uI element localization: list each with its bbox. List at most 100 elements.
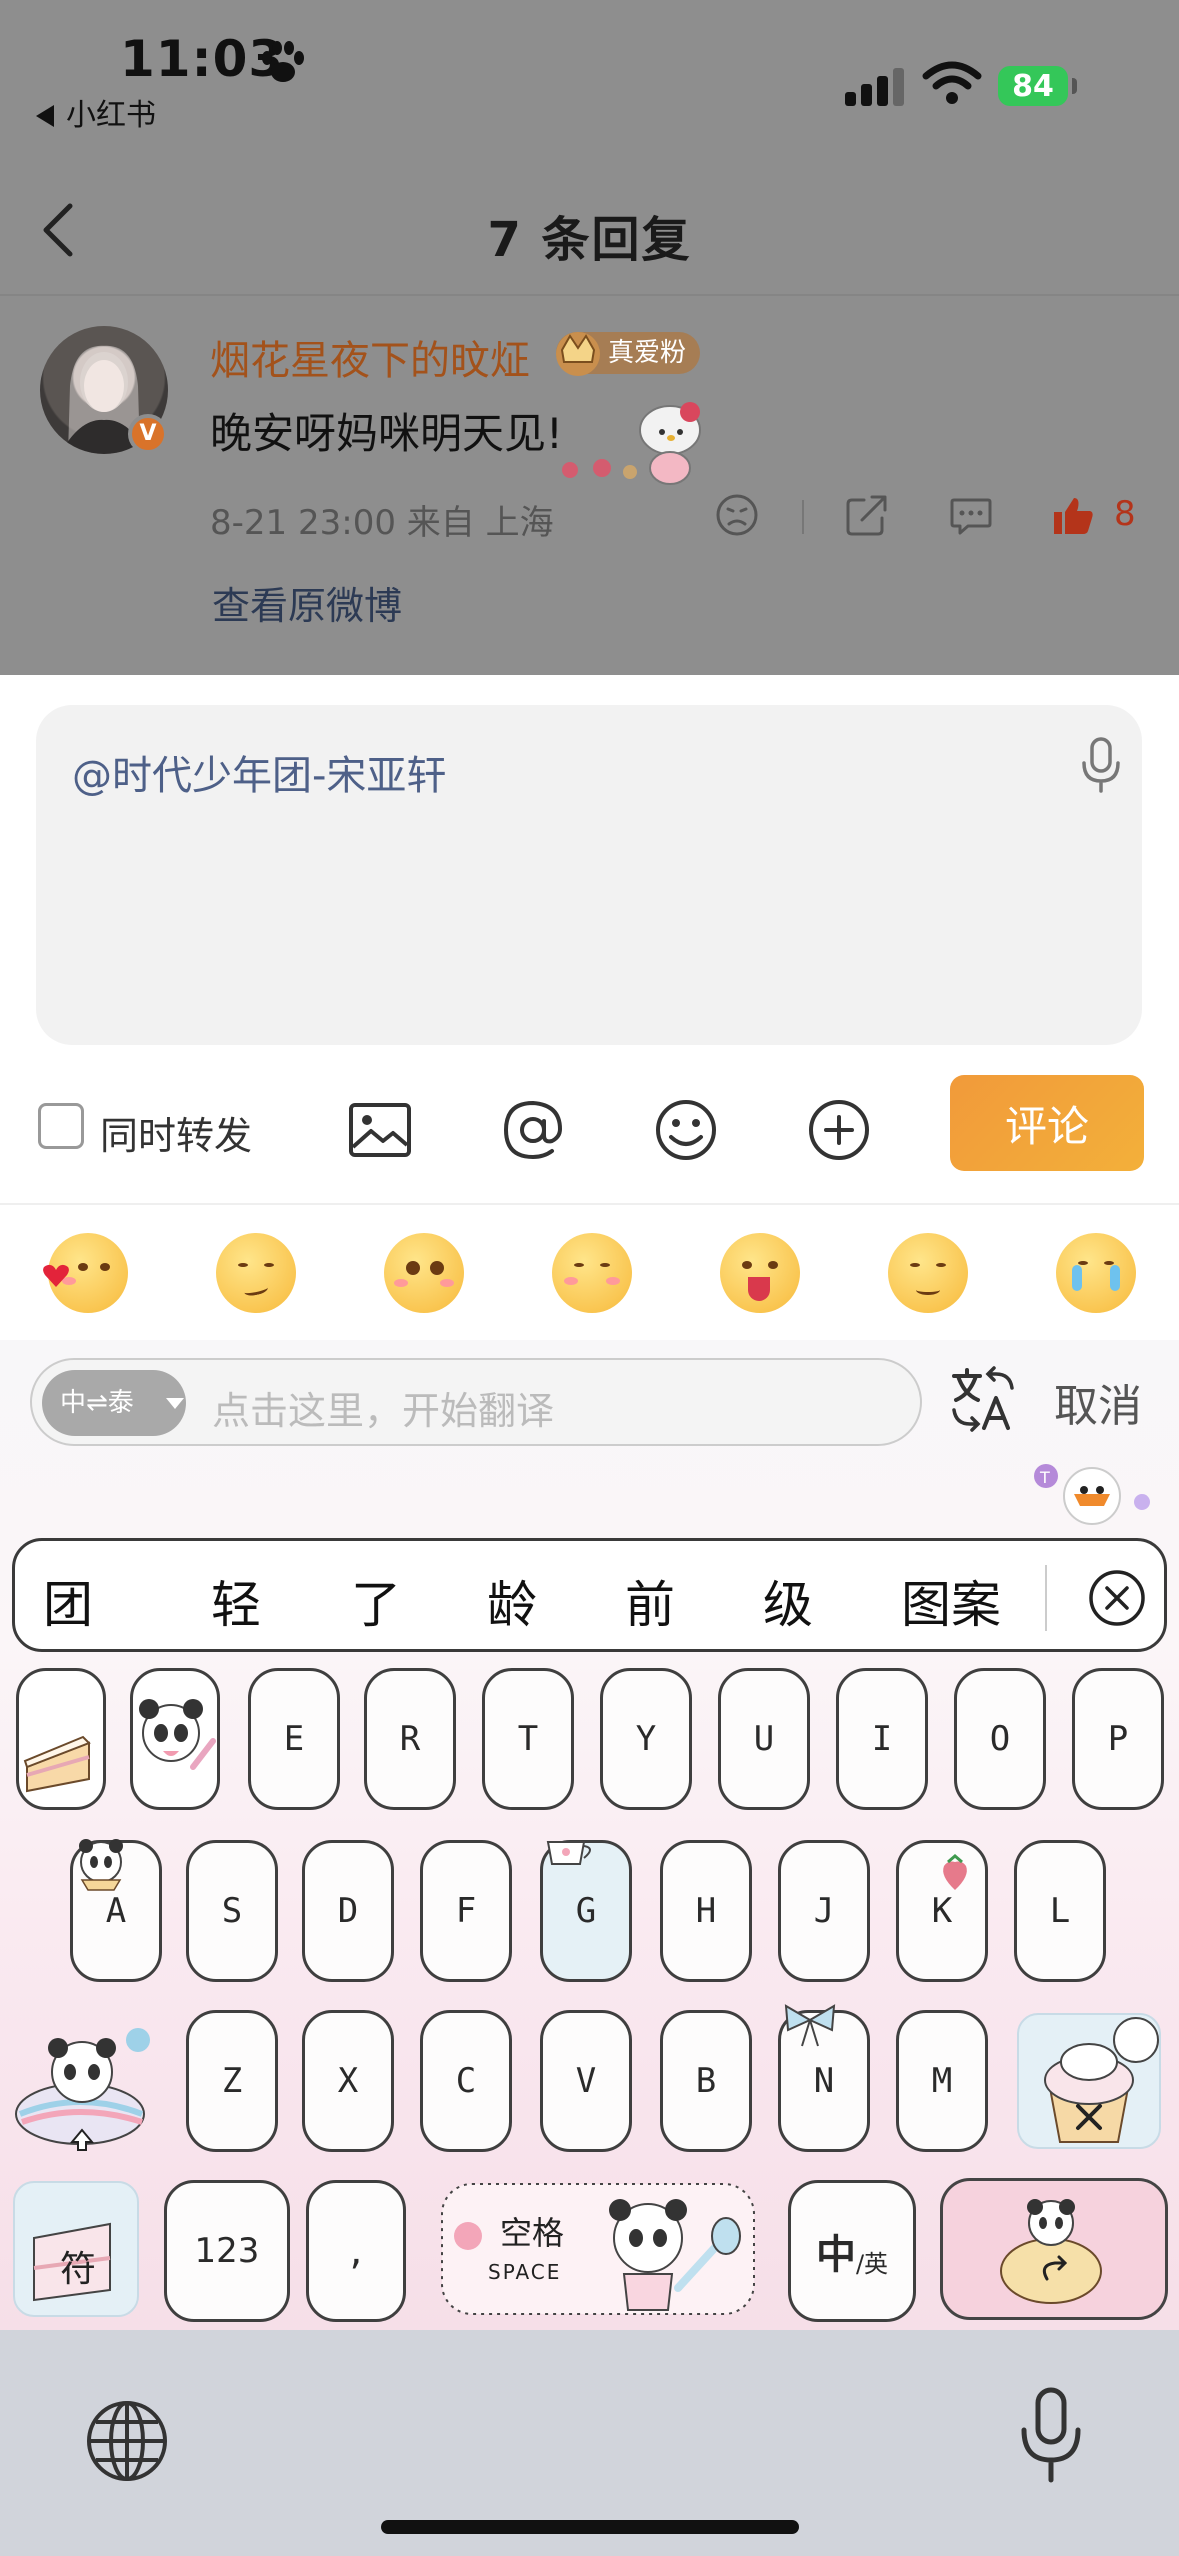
mention-at-icon[interactable] xyxy=(498,1095,568,1165)
candidate-separator xyxy=(1045,1565,1047,1631)
return-icon xyxy=(1000,2199,1102,2304)
cellular-signal-icon xyxy=(845,66,905,106)
keyboard: 中⇌泰 点击这里，开始翻译 取消 T 团 轻 了 龄 前 级 图案 E R T … xyxy=(0,1340,1179,2330)
key-s[interactable]: S xyxy=(186,1840,278,1982)
key-w[interactable] xyxy=(130,1668,220,1810)
system-keyboard-bar xyxy=(0,2330,1179,2556)
navigation-bar: 7 条回复 xyxy=(0,170,1179,290)
language-pair-selector[interactable]: 中⇌泰 xyxy=(42,1370,186,1436)
image-icon[interactable] xyxy=(345,1095,415,1165)
shift-icon xyxy=(15,2028,150,2151)
key-u[interactable]: U xyxy=(718,1668,810,1810)
dimmed-background[interactable]: 11:03 小红书 84 7 条回复 V 烟花星夜下的旼炡 真爱粉 晚安呀妈咪明… xyxy=(0,0,1179,675)
symbols-key[interactable]: 符 xyxy=(10,2178,142,2320)
key-m[interactable]: M xyxy=(896,2010,988,2152)
key-k[interactable]: K xyxy=(896,1840,988,1982)
key-c[interactable]: C xyxy=(420,2010,512,2152)
divider xyxy=(0,294,1179,296)
paw-icon xyxy=(262,41,304,82)
compose-toolbar: 同时转发 评论 xyxy=(0,1075,1179,1185)
key-g[interactable]: G xyxy=(540,1840,632,1982)
svg-text:T: T xyxy=(1039,1468,1050,1487)
bowing-emoji-icon[interactable] xyxy=(552,1233,632,1313)
back-to-app-link[interactable]: 小红书 xyxy=(36,90,156,134)
space-key[interactable]: 空格 SPACE xyxy=(438,2178,758,2320)
key-d[interactable]: D xyxy=(302,1840,394,1982)
key-r[interactable]: R xyxy=(364,1668,456,1810)
key-q[interactable] xyxy=(16,1668,106,1810)
home-indicator[interactable] xyxy=(381,2520,799,2534)
add-plus-icon[interactable] xyxy=(804,1095,874,1165)
reply-comment-icon[interactable] xyxy=(948,492,994,538)
cake-sticker-icon xyxy=(23,1735,91,1793)
repost-checkbox[interactable] xyxy=(38,1103,84,1149)
translate-input[interactable]: 中⇌泰 点击这里，开始翻译 xyxy=(30,1358,922,1446)
delete-key[interactable] xyxy=(1014,2010,1164,2152)
candidate-word[interactable]: 了 xyxy=(351,1565,401,1637)
candidate-word[interactable]: 团 xyxy=(43,1565,93,1637)
back-app-label: 小红书 xyxy=(66,98,156,133)
submit-comment-button[interactable]: 评论 xyxy=(950,1075,1144,1171)
close-candidates-icon[interactable] xyxy=(1085,1566,1149,1630)
cancel-translate-button[interactable]: 取消 xyxy=(1054,1370,1142,1434)
voice-input-icon[interactable] xyxy=(1076,735,1126,795)
thinking-emoji-icon[interactable] xyxy=(216,1233,296,1313)
kiss-emoji-icon[interactable] xyxy=(43,1233,128,1313)
numbers-key[interactable]: 123 xyxy=(164,2180,290,2322)
tongue-out-emoji-icon[interactable] xyxy=(720,1233,800,1313)
crown-icon xyxy=(556,332,600,376)
original-comment[interactable]: V 烟花星夜下的旼炡 真爱粉 晚安呀妈咪明天见! 8-21 23:00 来自 上… xyxy=(0,300,1179,675)
return-key[interactable] xyxy=(940,2178,1168,2320)
key-f[interactable]: F xyxy=(420,1840,512,1982)
key-o[interactable]: O xyxy=(954,1668,1046,1810)
pleading-emoji-icon[interactable] xyxy=(384,1233,464,1313)
battery-indicator: 84 xyxy=(998,66,1068,106)
key-p[interactable]: P xyxy=(1072,1668,1164,1810)
comment-input-value: @时代少年团-宋亚轩 xyxy=(72,753,447,799)
key-b[interactable]: B xyxy=(660,2010,752,2152)
key-l[interactable]: L xyxy=(1014,1840,1106,1982)
candidate-word[interactable]: 轻 xyxy=(211,1565,261,1637)
dictation-mic-icon[interactable] xyxy=(1016,2386,1086,2486)
emoji-suggestion-row xyxy=(0,1205,1179,1340)
emoji-smile-icon[interactable] xyxy=(651,1095,721,1165)
candidate-word[interactable]: 前 xyxy=(625,1565,675,1637)
key-x[interactable]: X xyxy=(302,2010,394,2152)
shift-key[interactable] xyxy=(10,2010,156,2152)
candidate-bar: 团 轻 了 龄 前 级 图案 xyxy=(12,1538,1167,1652)
panda-sticker-icon xyxy=(139,1699,216,1770)
backspace-icon xyxy=(1017,2013,1161,2149)
translate-icon[interactable] xyxy=(950,1366,1016,1432)
key-y[interactable]: Y xyxy=(600,1668,692,1810)
key-j[interactable]: J xyxy=(778,1840,870,1982)
dislike-face-icon[interactable] xyxy=(714,492,760,538)
view-original-post-link[interactable]: 查看原微博 xyxy=(212,575,402,630)
comment-textarea[interactable]: @时代少年团-宋亚轩 xyxy=(36,705,1142,1045)
hello-kitty-sticker xyxy=(562,402,701,485)
key-t[interactable]: T xyxy=(482,1668,574,1810)
comma-key[interactable]: , xyxy=(306,2180,406,2322)
repost-label[interactable]: 同时转发 xyxy=(100,1105,252,1160)
key-e[interactable]: E xyxy=(248,1668,340,1810)
action-separator xyxy=(802,500,804,534)
candidate-word[interactable]: 级 xyxy=(763,1565,813,1637)
candidate-word[interactable]: 龄 xyxy=(487,1565,537,1637)
key-a[interactable]: A xyxy=(70,1840,162,1982)
share-icon[interactable] xyxy=(844,492,890,538)
candidate-word[interactable]: 图案 xyxy=(901,1565,1001,1637)
globe-icon[interactable] xyxy=(84,2398,170,2484)
shush-emoji-icon[interactable] xyxy=(888,1233,968,1313)
thumbs-up-icon[interactable] xyxy=(1050,492,1096,538)
panda-mascot-icon[interactable]: T xyxy=(1030,1450,1160,1530)
key-v[interactable]: V xyxy=(540,2010,632,2152)
status-bar: 11:03 小红书 84 xyxy=(0,0,1179,133)
crying-emoji-icon[interactable] xyxy=(1056,1233,1136,1313)
comment-username[interactable]: 烟花星夜下的旼炡 xyxy=(210,328,530,386)
key-i[interactable]: I xyxy=(836,1668,928,1810)
back-triangle-icon xyxy=(36,105,54,127)
language-switch-key[interactable]: 中/英 xyxy=(788,2180,916,2322)
comment-text: 晚安呀妈咪明天见! xyxy=(210,409,563,458)
key-h[interactable]: H xyxy=(660,1840,752,1982)
key-z[interactable]: Z xyxy=(186,2010,278,2152)
key-n[interactable]: N xyxy=(778,2010,870,2152)
